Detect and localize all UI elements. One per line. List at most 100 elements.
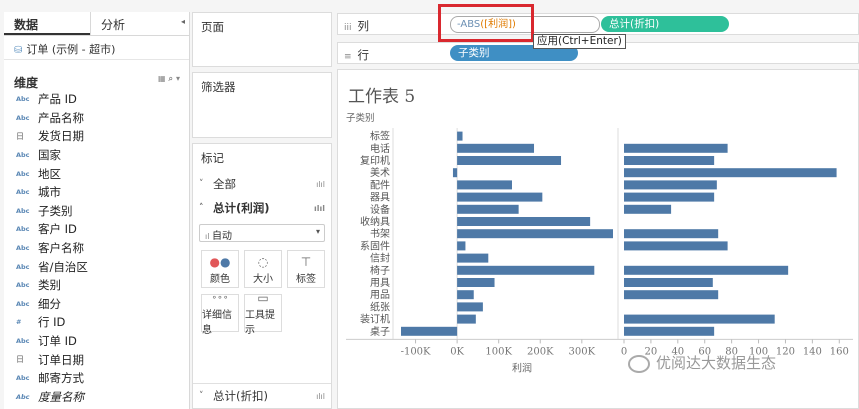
string-type-icon: Abc <box>16 113 30 122</box>
search-icon[interactable]: ⌕ <box>169 74 176 83</box>
category-label: 椅子 <box>370 264 390 277</box>
field-item[interactable]: Abc 订单 ID <box>4 332 189 351</box>
profit-bar <box>457 229 613 239</box>
category-label: 用品 <box>370 289 390 301</box>
datasource-item[interactable]: ⛁ 订单 (示例 - 超市) <box>4 36 189 60</box>
field-label: 省/自治区 <box>38 259 88 274</box>
tooltip-button[interactable]: ▭ 工具提示 <box>244 291 282 336</box>
category-label: 器具 <box>370 192 390 204</box>
field-item[interactable]: # 行 ID <box>4 313 189 332</box>
marks-measure2-label: 总计(折扣) <box>213 389 268 403</box>
dimension-list: Abc 产品 ID Abc 产品名称 日 发货日期 Abc 国家 Abc 地区 Abc 城市… <box>4 90 189 406</box>
field-item[interactable]: 日 发货日期 <box>4 127 189 146</box>
datasource-label: 订单 (示例 - 超市) <box>26 43 116 56</box>
profit-bar <box>452 168 458 178</box>
filters-card[interactable]: 筛选器 <box>192 72 332 138</box>
discount-bar <box>624 326 715 336</box>
dimensions-title: 维度 <box>14 76 39 90</box>
dimensions-header: 维度 ▦⌕▾ <box>4 68 189 90</box>
grid-view-icon[interactable]: ▦ <box>158 74 169 83</box>
collapse-pane-icon[interactable]: ◂ <box>181 17 185 26</box>
string-type-icon: Abc <box>16 262 30 271</box>
color-button[interactable]: ●● 颜色 <box>201 250 239 288</box>
filters-title: 筛选器 <box>201 80 236 94</box>
profit-bar <box>457 131 463 141</box>
string-type-icon: Abc <box>16 151 30 160</box>
marks-title: 标记 <box>201 151 224 165</box>
tab-analytics[interactable]: 分析 <box>90 12 176 35</box>
field-item[interactable]: Abc 客户名称 <box>4 239 189 258</box>
columns-shelf[interactable]: iii 列 -ABS([利润]) 总计(折扣) <box>337 13 859 35</box>
field-item[interactable]: Abc 国家 <box>4 146 189 165</box>
field-label: 细分 <box>38 296 61 311</box>
x2-tick-label: 160 <box>830 346 849 357</box>
field-label: 产品 ID <box>38 92 77 107</box>
string-type-icon: Abc <box>16 95 30 104</box>
field-item[interactable]: Abc 细分 <box>4 295 189 314</box>
category-label: 收纳具 <box>360 215 390 228</box>
discount-bar <box>624 180 717 190</box>
field-item[interactable]: Abc 城市 <box>4 183 189 202</box>
color-dots-icon: ●● <box>209 254 231 269</box>
field-label: 发货日期 <box>38 129 84 144</box>
category-label: 书架 <box>370 228 390 240</box>
field-item[interactable]: Abc 省/自治区 <box>4 257 189 276</box>
bar-chart-icon: ılıl <box>316 391 325 401</box>
profit-bar <box>457 217 591 226</box>
field-item[interactable]: Abc 邮寄方式 <box>4 369 189 388</box>
pages-card[interactable]: 页面 <box>192 12 332 67</box>
discount-bar <box>624 265 789 275</box>
profit-bar <box>457 143 535 153</box>
discount-bar <box>624 314 775 324</box>
field-label: 邮寄方式 <box>38 371 84 386</box>
marks-measure1-row[interactable]: ˄ 总计(利润) ılıl <box>193 196 331 220</box>
mark-type-value: 自动 <box>212 231 232 242</box>
field-item[interactable]: Abc 产品 ID <box>4 90 189 109</box>
detail-button[interactable]: ∘∘∘ 详细信息 <box>201 293 239 336</box>
field-item[interactable]: Abc 客户 ID <box>4 220 189 239</box>
field-item[interactable]: Abc 产品名称 <box>4 109 189 128</box>
field-item[interactable]: Abc 度量名称 <box>4 388 189 407</box>
profit-bar <box>457 302 483 312</box>
detail-dots-icon: ∘∘∘ <box>211 293 229 303</box>
field-label: 订单日期 <box>38 352 84 367</box>
x2-tick-label: 140 <box>803 346 822 357</box>
string-type-icon: Abc <box>16 392 30 401</box>
discount-bar <box>624 241 728 251</box>
discount-bar <box>624 204 672 214</box>
field-item[interactable]: 日 订单日期 <box>4 350 189 369</box>
field-item[interactable]: Abc 子类别 <box>4 202 189 221</box>
bar-chart-icon: ılıl <box>316 179 325 189</box>
field-item[interactable]: Abc 类别 <box>4 276 189 295</box>
category-label: 复印机 <box>360 154 390 167</box>
profit-bar <box>457 204 519 214</box>
field-item[interactable]: Abc 地区 <box>4 164 189 183</box>
mark-type-dropdown[interactable]: ıl 自动 ▾ <box>199 224 325 242</box>
size-icon: ◌ <box>257 254 269 269</box>
profit-bar <box>457 265 595 275</box>
rows-label: 行 <box>357 48 370 62</box>
columns-shelf-label: iii 列 <box>344 18 369 34</box>
chevron-up-icon: ˄ <box>199 203 204 213</box>
dropdown-icon[interactable]: ▾ <box>176 74 183 83</box>
marks-measure2-row[interactable]: ˅ 总计(折扣) ılıl <box>193 384 331 408</box>
dropdown-arrow-icon: ▾ <box>315 227 320 236</box>
detail-label: 详细信息 <box>202 310 232 336</box>
label-button[interactable]: ⊤ 标签 <box>287 250 325 288</box>
text-label-icon: ⊤ <box>300 254 312 269</box>
field-label: 地区 <box>38 166 61 181</box>
string-type-icon: Abc <box>16 169 30 178</box>
marks-measure2-container: ˅ 总计(折扣) ılıl <box>193 383 331 408</box>
tab-data[interactable]: 数据 <box>4 12 90 35</box>
category-label: 装订机 <box>360 313 390 326</box>
category-label: 信封 <box>370 252 390 265</box>
field-label: 客户名称 <box>38 241 84 256</box>
marks-buttons-2: ∘∘∘ 详细信息 ▭ 工具提示 <box>193 291 331 336</box>
watermark-text: 优阅达大数据生态 <box>656 354 777 372</box>
discount-bar <box>624 290 719 300</box>
field-label: 客户 ID <box>38 222 77 237</box>
profit-bar <box>457 314 476 324</box>
total-discount-pill[interactable]: 总计(折扣) <box>601 16 729 32</box>
size-button[interactable]: ◌ 大小 <box>244 250 282 288</box>
marks-all-row[interactable]: ˅ 全部 ılıl <box>193 172 331 196</box>
